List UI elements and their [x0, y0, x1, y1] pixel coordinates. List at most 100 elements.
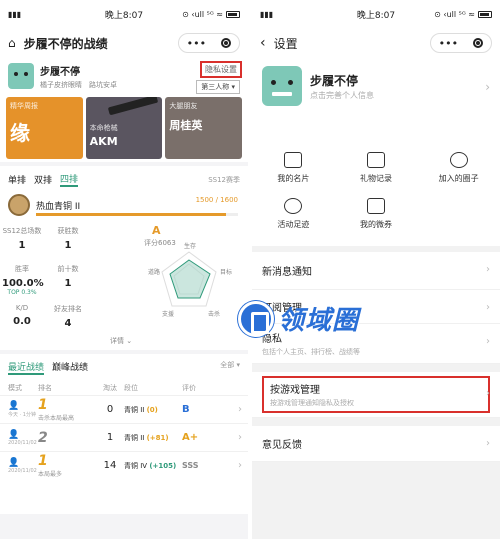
highlight-cards: 精华周报 缘 本命枪械 AKM 大腿朋友 周桂英: [0, 94, 248, 162]
gift-records-link[interactable]: 礼物记录: [335, 146, 418, 192]
menu-sublabel: 按游戏管理通知隐私及授权: [270, 399, 354, 407]
chat-bubble-icon: [449, 152, 468, 168]
grid-label: 礼物记录: [359, 174, 392, 183]
tab-squad[interactable]: 四排: [60, 172, 79, 187]
status-bar: ▮▮▮ 晚上8:07 ⊙ ‹ull ⁵ᴳ ≈: [252, 0, 500, 28]
joined-circles-link[interactable]: 加入的圈子: [417, 146, 500, 192]
grid-label: 加入的圈子: [438, 174, 479, 183]
id-card-icon: [284, 152, 303, 168]
clock-icon: [284, 198, 303, 214]
header-mode: 模式: [8, 384, 22, 392]
chevron-right-icon: ›: [238, 432, 242, 443]
radar-axis-label: 击杀: [208, 310, 220, 318]
settings-menu: 新消息通知 › 订阅管理 › 隐私 包括个人主页、排行榜、战绩等 ›: [252, 252, 500, 364]
stat-value: 100.0%: [2, 278, 44, 289]
row-grade: SSS: [182, 461, 199, 470]
nav-bar: ⌂ 步履不停的战绩 •••: [0, 28, 248, 58]
battery-icon: [478, 10, 492, 18]
stat-wins: 获胜数 1: [48, 226, 88, 251]
row-rank-value: 1: [38, 453, 48, 469]
row-tier-delta: (0): [146, 405, 158, 414]
perspective-select[interactable]: 第三人称 ▾: [196, 80, 240, 94]
settings-profile[interactable]: 步履不停 点击完善个人信息 ›: [252, 58, 500, 144]
home-icon[interactable]: ⌂: [8, 36, 16, 50]
privacy-settings-button[interactable]: 隐私设置: [200, 61, 242, 78]
menu-label: 意见反馈: [262, 440, 302, 451]
header-grade: 评价: [182, 384, 196, 392]
status-icons: ⊙ ‹ull ⁵ᴳ ≈: [182, 9, 223, 19]
stat-value: 1: [64, 240, 72, 251]
menu-item-notifications[interactable]: 新消息通知 ›: [252, 252, 500, 290]
avatar[interactable]: [8, 63, 34, 89]
mini-program-capsule[interactable]: •••: [178, 33, 240, 53]
activity-footprint-link[interactable]: 活动足迹: [252, 192, 335, 238]
row-kills: 1: [106, 432, 114, 443]
record-filter[interactable]: 全部 ▾: [220, 360, 240, 370]
close-mini-program-icon[interactable]: [221, 38, 232, 48]
menu-item-privacy[interactable]: 隐私 包括个人主页、排行榜、战绩等 ›: [252, 324, 500, 364]
tab-solo[interactable]: 单排: [8, 173, 26, 186]
status-icons: ⊙ ‹ull ⁵ᴳ ≈: [434, 9, 475, 19]
row-tier-name: 青铜 II: [124, 405, 145, 414]
details-link[interactable]: 详情 ⌄: [110, 336, 132, 346]
menu-item-game-management[interactable]: 按游戏管理 按游戏管理通知隐私及授权 ›: [252, 372, 500, 418]
radar-axis-label: 目标: [220, 268, 232, 276]
table-row[interactable]: 👤 2020/11/02 1 本局最多 14 青铜 IV (+105) SSS ›: [0, 451, 248, 479]
card-value: 缘: [10, 121, 30, 145]
menu-item-subscriptions[interactable]: 订阅管理 ›: [252, 290, 500, 324]
rank-progress-bar: [36, 213, 238, 216]
page-title: 设置: [273, 36, 298, 51]
weekly-report-card[interactable]: 精华周报 缘: [6, 97, 83, 159]
tab-recent-matches[interactable]: 最近战绩: [8, 360, 45, 375]
grid-label: 我的名片: [277, 174, 310, 183]
chevron-right-icon: ›: [485, 80, 490, 94]
row-tier: 青铜 II (0): [124, 405, 182, 415]
tab-duo[interactable]: 双排: [34, 173, 52, 186]
row-mode-sub: 2020/11/02: [8, 467, 37, 474]
row-tier-delta: (+105): [149, 461, 177, 470]
row-mode-sub: 2020/11/02: [8, 439, 37, 446]
stat-value: 4: [64, 318, 72, 329]
tab-peak-matches[interactable]: 巅峰战绩: [52, 360, 88, 375]
row-mode: 👤 今天 · 1分钟: [8, 401, 38, 418]
row-rank: 2: [38, 430, 96, 446]
row-tier: 青铜 IV (+105): [124, 461, 182, 471]
stats-panel: SS12总场数 1 获胜数 1 胜率 100.0% TOP 0.3% 前十数 1 K/D 0…: [0, 220, 248, 350]
stat-value: 1: [18, 240, 26, 251]
stat-top10: 前十数 1: [48, 264, 88, 289]
card-value: 周桂英: [169, 119, 203, 132]
card-value: AKM: [89, 135, 118, 148]
my-card-link[interactable]: 我的名片: [252, 146, 335, 192]
stat-kd: K/D 0.0: [2, 304, 42, 327]
stat-label: 前十数: [57, 265, 79, 273]
signal-icon: ▮▮▮: [260, 9, 274, 19]
stat-friend-rank[interactable]: 好友排名 4: [48, 304, 88, 329]
chevron-right-icon: ›: [238, 460, 242, 471]
table-row[interactable]: 👤 今天 · 1分钟 1 击杀本局最高 0 青铜 II (0) B ›: [0, 395, 248, 423]
menu-label: 新消息通知: [262, 267, 312, 278]
quick-links-grid: 我的名片 礼物记录 加入的圈子 活动足迹 我的微券: [252, 138, 500, 246]
row-mode-sub: 今天 · 1分钟: [8, 412, 36, 418]
right-screen: ▮▮▮ 晚上8:07 ⊙ ‹ull ⁵ᴳ ≈ ‹ 设置 ••• 步履不停 点击完…: [252, 0, 500, 539]
avatar[interactable]: [262, 66, 302, 106]
favorite-gun-card[interactable]: 本命枪械 AKM: [85, 97, 163, 159]
close-mini-program-icon[interactable]: [473, 38, 484, 48]
back-icon[interactable]: ‹: [260, 35, 266, 51]
chevron-right-icon: ›: [486, 264, 490, 275]
settings-menu-feedback: 意见反馈 ›: [252, 426, 500, 462]
mini-program-capsule[interactable]: •••: [430, 33, 492, 53]
my-coupons-link[interactable]: 我的微券: [335, 192, 418, 238]
more-icon[interactable]: •••: [439, 37, 458, 50]
row-kills: 0: [106, 404, 114, 415]
season-label: SS12赛季: [208, 175, 240, 184]
menu-sublabel: 包括个人主页、排行榜、战绩等: [262, 348, 360, 356]
more-icon[interactable]: •••: [187, 37, 206, 50]
best-friend-card[interactable]: 大腿朋友 周桂英: [165, 97, 243, 159]
menu-label: 按游戏管理: [270, 385, 320, 396]
nav-bar: ‹ 设置 •••: [252, 28, 500, 58]
radar-axis-label: 支援: [162, 310, 174, 318]
menu-item-feedback[interactable]: 意见反馈 ›: [252, 426, 500, 462]
table-row[interactable]: 👤 2020/11/02 2 1 青铜 II (+81) A+ ›: [0, 423, 248, 451]
row-mode: 👤 2020/11/02: [8, 457, 37, 474]
chevron-right-icon: ›: [486, 302, 490, 313]
